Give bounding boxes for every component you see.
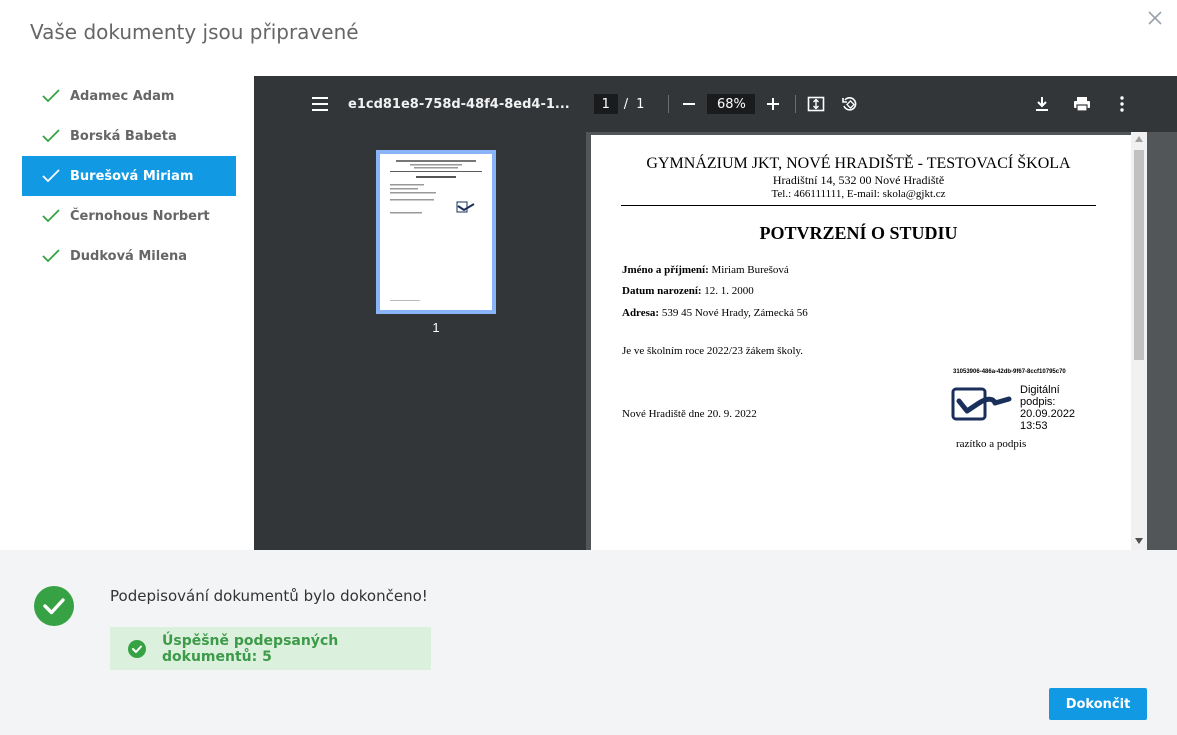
page-thumbnail[interactable] <box>376 150 496 314</box>
zoom-input[interactable]: 68% <box>707 94 756 114</box>
documents-dialog: Vaše dokumenty jsou připravené Adamec Ad… <box>0 0 1177 735</box>
scrollbar-thumb[interactable] <box>1134 150 1144 360</box>
check-icon <box>42 169 60 183</box>
success-icon <box>34 586 74 626</box>
student-item-selected[interactable]: Burešová Miriam <box>22 156 236 196</box>
signature-label-2: podpis: <box>1020 396 1056 408</box>
check-icon <box>42 209 60 223</box>
digital-signature-icon <box>951 387 1012 421</box>
student-list: Adamec Adam Borská Babeta Burešová Miria… <box>22 76 236 276</box>
finish-button[interactable]: Dokončit <box>1049 688 1147 720</box>
document-heading: POTVRZENÍ O STUDIU <box>759 223 958 243</box>
more-options-icon[interactable] <box>1110 92 1134 116</box>
small-check-icon <box>128 639 146 658</box>
signature-label-1: Digitální <box>1020 384 1060 396</box>
dob-value: 12. 1. 2000 <box>704 285 754 297</box>
address-row: Adresa: 539 45 Nové Hrady, Zámecká 56 <box>622 307 808 319</box>
student-item[interactable]: Adamec Adam <box>22 76 236 116</box>
stamp-label: razítko a podpis <box>956 438 1027 450</box>
success-count-text: Úspěšně podepsaných dokumentů: 5 <box>162 632 339 665</box>
print-icon[interactable] <box>1070 92 1094 116</box>
signature-time: 13:53 <box>1020 420 1048 432</box>
check-icon <box>42 89 60 103</box>
school-address: Hradištní 14, 532 00 Nové Hradiště <box>772 173 945 187</box>
signature-id: 31053906-486a-42db-9f67-8ccf10795c70 <box>953 369 1066 375</box>
close-icon[interactable] <box>1147 10 1163 26</box>
completion-message: Podepisování dokumentů bylo dokončeno! <box>110 587 428 605</box>
success-summary: Úspěšně podepsaných dokumentů: 5 <box>110 627 431 670</box>
signature-block: Digitální podpis: 20.09.2022 13:53 <box>1020 384 1075 432</box>
student-name: Burešová Miriam <box>70 168 194 184</box>
header-rule <box>621 205 1096 206</box>
page-total: 1 <box>636 96 645 112</box>
toolbar-divider <box>795 95 797 113</box>
name-value: Miriam Burešová <box>711 264 789 276</box>
signature-date: 20.09.2022 <box>1020 408 1076 420</box>
check-icon <box>42 249 60 263</box>
statement: Je ve školním roce 2022/23 žákem školy. <box>622 345 804 357</box>
scroll-down-icon[interactable] <box>1135 538 1143 544</box>
scroll-up-icon[interactable] <box>1135 136 1143 142</box>
menu-icon[interactable] <box>308 92 332 116</box>
address-label: Adresa: <box>622 307 660 319</box>
toolbar-divider <box>668 95 670 113</box>
school-contact: Tel.: 466111111, E-mail: skola@gjkt.cz <box>771 188 946 200</box>
name-row: Jméno a příjmení: Miriam Burešová <box>622 264 789 276</box>
student-name: Černohous Norbert <box>70 208 210 224</box>
page-number-input[interactable]: 1 <box>593 94 618 114</box>
name-label: Jméno a příjmení: <box>622 264 709 276</box>
place-date: Nové Hradiště dne 20. 9. 2022 <box>622 408 757 420</box>
student-item[interactable]: Dudková Milena <box>22 236 236 276</box>
school-name: GYMNÁZIUM JKT, NOVÉ HRADIŠTĚ - TESTOVACÍ… <box>646 155 1071 172</box>
dialog-footer: Podepisování dokumentů bylo dokončeno! Ú… <box>0 550 1177 735</box>
rotate-icon[interactable] <box>838 92 862 116</box>
dob-row: Datum narození: 12. 1. 2000 <box>622 285 754 297</box>
student-item[interactable]: Černohous Norbert <box>22 196 236 236</box>
address-value: 539 45 Nové Hrady, Zámecká 56 <box>661 307 808 319</box>
zoom-in-icon[interactable] <box>761 92 785 116</box>
pdf-toolbar: e1cd81e8-758d-48f4-8ed4-1... 1 / 1 68% <box>254 76 1177 132</box>
dob-label: Datum narození: <box>622 285 702 297</box>
page-separator: / <box>623 96 629 112</box>
thumbnail-preview <box>380 154 492 310</box>
download-icon[interactable] <box>1030 92 1054 116</box>
student-name: Dudková Milena <box>70 248 188 264</box>
pdf-viewer: e1cd81e8-758d-48f4-8ed4-1... 1 / 1 68% 1… <box>254 76 1177 550</box>
check-icon <box>42 129 60 143</box>
student-name: Adamec Adam <box>70 88 175 104</box>
student-item[interactable]: Borská Babeta <box>22 116 236 156</box>
document-page: GYMNÁZIUM JKT, NOVÉ HRADIŠTĚ - TESTOVACÍ… <box>591 135 1131 550</box>
document-name: e1cd81e8-758d-48f4-8ed4-1... <box>348 96 570 112</box>
student-name: Borská Babeta <box>70 128 177 144</box>
dialog-title: Vaše dokumenty jsou připravené <box>30 20 359 44</box>
thumbnail-page-number: 1 <box>432 320 440 335</box>
zoom-out-icon[interactable] <box>677 92 701 116</box>
fit-page-icon[interactable] <box>804 92 828 116</box>
scrollbar[interactable] <box>1131 132 1147 550</box>
